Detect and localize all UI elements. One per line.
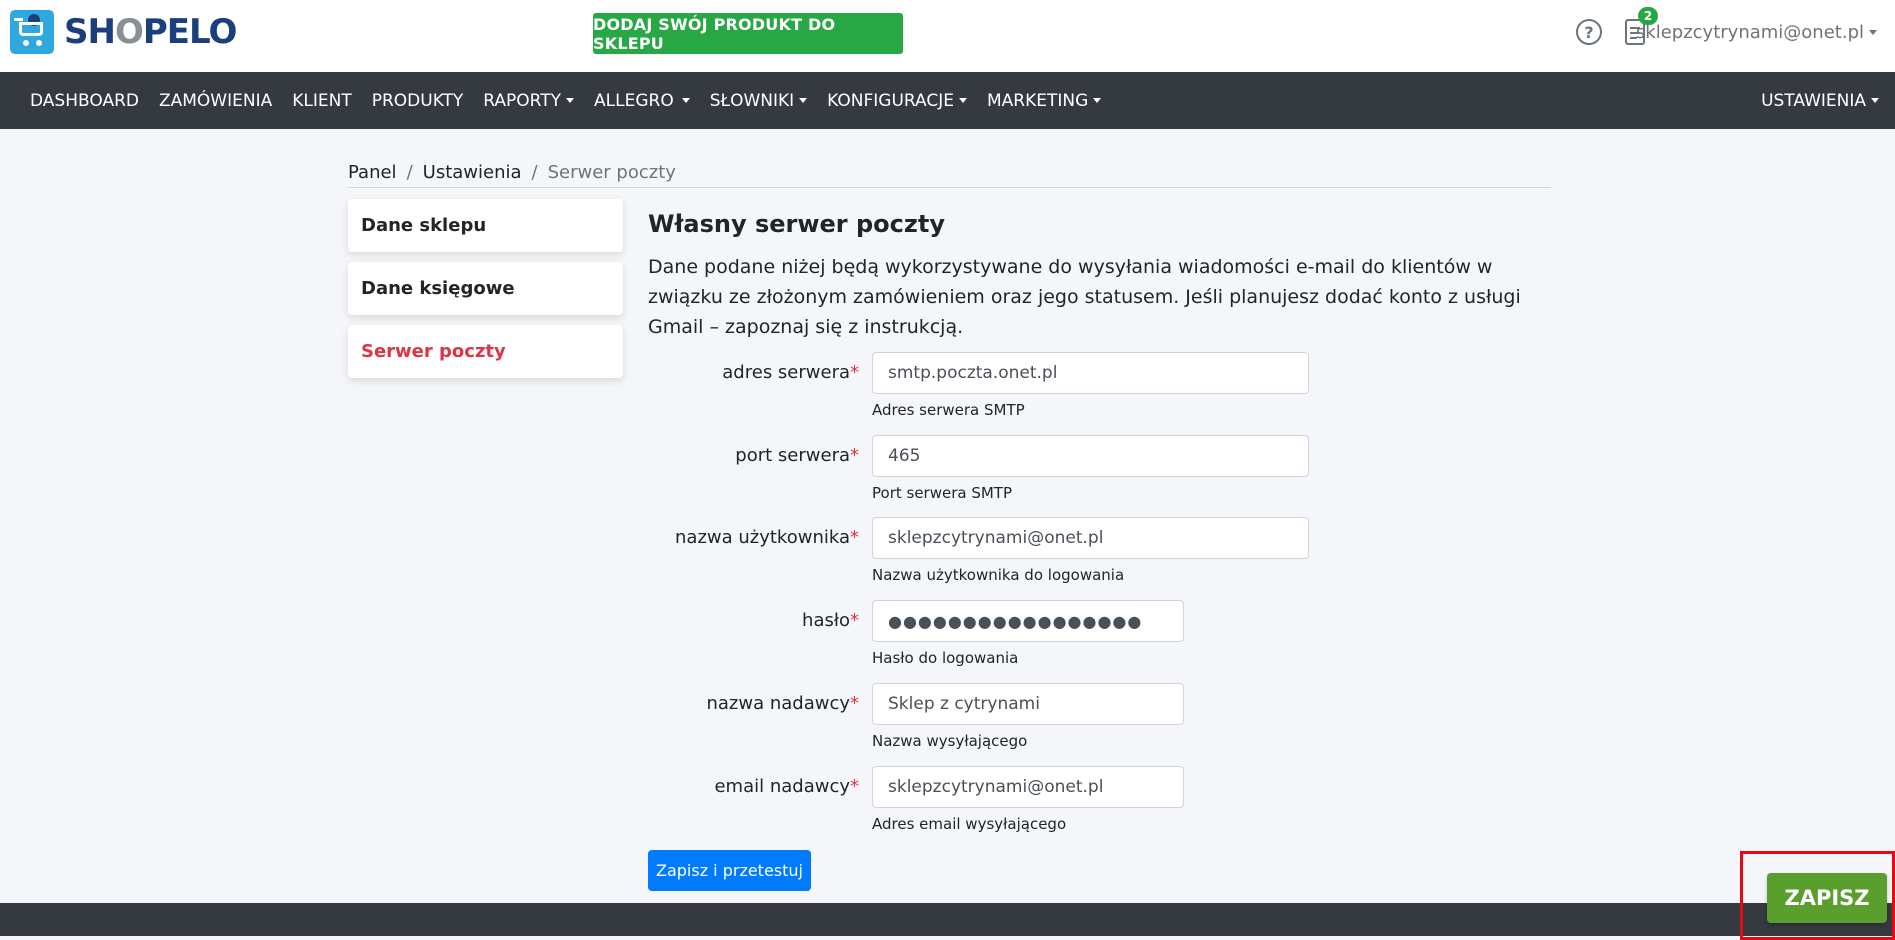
- nav-item-orders[interactable]: ZAMÓWIENIA: [149, 72, 282, 129]
- logo[interactable]: SHOPELO: [10, 10, 237, 54]
- page-title: Własny serwer poczty: [648, 210, 945, 238]
- nav-item-marketing[interactable]: MARKETING: [977, 72, 1111, 129]
- nav-item-settings[interactable]: USTAWIENIA: [1761, 72, 1879, 129]
- server-port-help: Port serwera SMTP: [872, 484, 1013, 502]
- username-input[interactable]: sklepzcytrynami@onet.pl: [872, 517, 1309, 559]
- top-header: SHOPELO DODAJ SWÓJ PRODUKT DO SKLEPU ? 2…: [0, 0, 1895, 72]
- cart-logo-icon: [10, 10, 54, 54]
- chevron-down-icon: [566, 98, 575, 103]
- server-port-input[interactable]: 465: [872, 435, 1309, 477]
- password-help: Hasło do logowania: [872, 649, 1019, 667]
- chevron-down-icon: [681, 98, 690, 103]
- nav-item-client[interactable]: KLIENT: [282, 72, 361, 129]
- password-input[interactable]: ●●●●●●●●●●●●●●●●●: [872, 600, 1184, 642]
- footer-bar: [0, 903, 1895, 936]
- save-button[interactable]: ZAPISZ: [1767, 873, 1887, 923]
- sidebar-item-shop-data[interactable]: Dane sklepu: [348, 199, 623, 252]
- chevron-down-icon: [1093, 98, 1102, 103]
- nav-item-reports[interactable]: RAPORTY: [473, 72, 584, 129]
- chevron-down-icon: [1869, 30, 1877, 35]
- nav-item-dictionaries[interactable]: SŁOWNIKI: [700, 72, 817, 129]
- server-address-input[interactable]: smtp.poczta.onet.pl: [872, 352, 1309, 394]
- breadcrumb-settings[interactable]: Ustawienia: [423, 162, 522, 183]
- save-and-test-button[interactable]: Zapisz i przetestuj: [648, 850, 811, 891]
- main-navbar: DASHBOARD ZAMÓWIENIA KLIENT PRODUKTY RAP…: [0, 72, 1895, 129]
- breadcrumb: Panel / Ustawienia / Serwer poczty: [348, 162, 1551, 188]
- user-email: sklepzcytrynami@onet.pl: [1635, 22, 1864, 43]
- sender-name-input[interactable]: Sklep z cytrynami: [872, 683, 1184, 725]
- breadcrumb-panel[interactable]: Panel: [348, 162, 397, 183]
- help-icon[interactable]: ?: [1576, 19, 1602, 45]
- chevron-down-icon: [1871, 98, 1879, 103]
- sender-email-label: email nadawcy*: [714, 776, 859, 797]
- nav-item-products[interactable]: PRODUKTY: [362, 72, 474, 129]
- add-product-button[interactable]: DODAJ SWÓJ PRODUKT DO SKLEPU: [593, 13, 903, 54]
- sender-name-help: Nazwa wysyłającego: [872, 732, 1028, 750]
- nav-item-allegro[interactable]: ALLEGRO: [584, 72, 700, 129]
- page-description: Dane podane niżej będą wykorzystywane do…: [648, 256, 1521, 338]
- sender-name-label: nazwa nadawcy*: [706, 693, 859, 714]
- username-help: Nazwa użytkownika do logowania: [872, 566, 1125, 584]
- chevron-down-icon: [799, 98, 808, 103]
- server-port-label: port serwera*: [735, 445, 859, 466]
- password-label: hasło*: [802, 610, 859, 631]
- nav-item-configurations[interactable]: KONFIGURACJE: [817, 72, 977, 129]
- server-address-label: adres serwera*: [722, 362, 859, 383]
- server-address-help: Adres serwera SMTP: [872, 401, 1025, 419]
- breadcrumb-separator: /: [406, 162, 413, 183]
- logo-text: SHOPELO: [64, 12, 237, 52]
- sidebar-item-accounting-data[interactable]: Dane księgowe: [348, 262, 623, 315]
- breadcrumb-separator: /: [531, 162, 538, 183]
- username-label: nazwa użytkownika*: [675, 527, 859, 548]
- chevron-down-icon: [958, 98, 967, 103]
- sender-email-help: Adres email wysyłającego: [872, 815, 1067, 833]
- breadcrumb-current: Serwer poczty: [547, 162, 676, 183]
- user-menu[interactable]: sklepzcytrynami@onet.pl: [1636, 22, 1877, 43]
- sender-email-input[interactable]: sklepzcytrynami@onet.pl: [872, 766, 1184, 808]
- nav-item-dashboard[interactable]: DASHBOARD: [20, 72, 149, 129]
